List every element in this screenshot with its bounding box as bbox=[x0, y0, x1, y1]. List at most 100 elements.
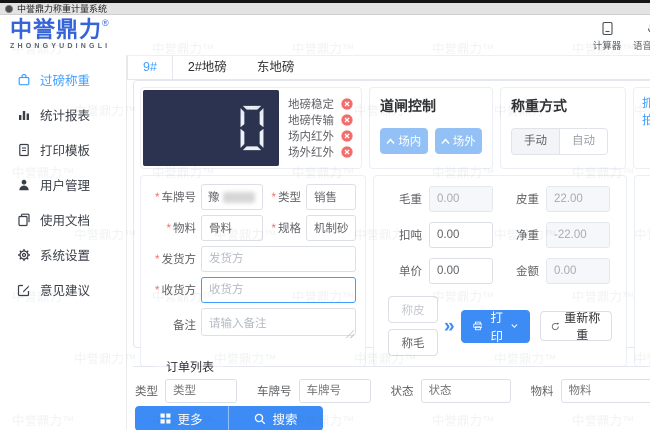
tab-9[interactable]: 9# bbox=[127, 56, 173, 79]
sidebar-item-print-template[interactable]: 打印模板 bbox=[0, 132, 126, 167]
type-field[interactable] bbox=[306, 184, 356, 210]
weigh-gross-button[interactable]: 称毛 bbox=[388, 329, 438, 356]
capture-card: 抓拍 bbox=[633, 87, 650, 169]
gate-inside-button[interactable]: 场内 bbox=[380, 128, 428, 154]
consignee-field[interactable] bbox=[201, 277, 356, 303]
sidebar-item-label: 过磅称重 bbox=[40, 74, 91, 88]
chevron-down-icon bbox=[511, 324, 518, 328]
status-infrared-out: 场外红外 bbox=[288, 144, 353, 160]
filter-status: 状态 bbox=[391, 379, 511, 403]
tab-dong-dibang[interactable]: 东地磅 bbox=[242, 56, 310, 79]
app-header: 中誉鼎力® ZHONGYUDINGLI 计算器 语音播报 bbox=[0, 15, 650, 55]
window-titlebar: 中誉鼎力称重计量系统 bbox=[0, 3, 650, 15]
sidebar-item-docs[interactable]: 使用文档 bbox=[0, 202, 126, 237]
gate-outside-button[interactable]: 场外 bbox=[434, 128, 482, 154]
actions-row: 称皮 称毛 » 打印 重新称重 bbox=[388, 296, 612, 356]
print-button[interactable]: 打印 bbox=[460, 309, 530, 344]
calculator-tool[interactable]: 计算器 bbox=[585, 21, 629, 52]
window-title: 中誉鼎力称重计量系统 bbox=[17, 4, 108, 14]
sidebar-item-weighing[interactable]: 过磅称重 bbox=[0, 62, 126, 97]
weigh-mode-title: 称重方式 bbox=[511, 98, 567, 114]
deduct-field[interactable] bbox=[429, 222, 493, 248]
gross-label: 毛重 bbox=[399, 194, 422, 206]
filter-plate-input[interactable] bbox=[298, 379, 371, 403]
spec-field[interactable] bbox=[306, 215, 356, 241]
sidebar-item-label: 意见建议 bbox=[40, 284, 91, 298]
spec-label: 规格 bbox=[267, 220, 301, 236]
error-icon bbox=[341, 98, 353, 110]
sidebar-item-settings[interactable]: 系统设置 bbox=[0, 237, 126, 272]
deduct-label: 扣吨 bbox=[399, 230, 422, 242]
amount-label: 金额 bbox=[516, 266, 539, 278]
mode-manual-option[interactable]: 手动 bbox=[512, 129, 560, 154]
search-button[interactable]: 搜索 bbox=[229, 406, 323, 430]
registered-mark-icon: ® bbox=[102, 18, 109, 28]
weighing-panel: 地磅稳定 地磅传输 场内红外 场外红外 道闸控制 场内 场外 称重方式 手动 自… bbox=[133, 80, 650, 367]
shipper-field[interactable] bbox=[201, 246, 356, 272]
capture-link[interactable]: 抓拍 bbox=[642, 96, 650, 127]
gate-buttons: 场内 场外 bbox=[380, 128, 482, 154]
printer-icon bbox=[472, 321, 483, 331]
filter-plate: 车牌号 bbox=[257, 379, 371, 403]
type-label: 类型 bbox=[267, 189, 301, 205]
weight-icon bbox=[18, 73, 30, 85]
status-infrared-in: 场内红外 bbox=[288, 128, 353, 144]
order-list-title: 订单列表 bbox=[166, 360, 215, 374]
sidebar-item-feedback[interactable]: 意见建议 bbox=[0, 272, 126, 307]
order-filters: 类型 车牌号 状态 物料 bbox=[135, 379, 650, 403]
mode-auto-option[interactable]: 自动 bbox=[560, 129, 607, 154]
amount-field bbox=[546, 258, 610, 284]
copy-docs-icon bbox=[18, 213, 30, 226]
document-icon bbox=[19, 143, 29, 156]
order-list-buttons: 更多 搜索 bbox=[135, 406, 323, 430]
error-icon bbox=[341, 130, 353, 142]
remark-field[interactable] bbox=[201, 308, 356, 336]
sidebar-item-label: 使用文档 bbox=[40, 214, 91, 228]
grid-icon bbox=[160, 413, 171, 424]
weights-card: 毛重 皮重 扣吨 净重 单价 金额 bbox=[373, 175, 627, 367]
gate-control-title: 道闸控制 bbox=[380, 98, 436, 114]
scale-tabs: 9# 2#地磅 东地磅 bbox=[127, 55, 650, 80]
scale-status-list: 地磅稳定 地磅传输 场内红外 场外红外 bbox=[279, 90, 359, 166]
voice-tool[interactable]: 语音播报 bbox=[630, 21, 650, 52]
calculator-label: 计算器 bbox=[592, 41, 622, 52]
order-list-divider: 订单列表 bbox=[133, 358, 650, 375]
filter-status-input[interactable] bbox=[420, 379, 511, 403]
filter-material: 物料 bbox=[531, 379, 650, 403]
error-icon bbox=[341, 146, 353, 158]
side-panel-card bbox=[634, 175, 650, 367]
reweigh-button[interactable]: 重新称重 bbox=[539, 311, 612, 342]
brand-logo: 中誉鼎力® ZHONGYUDINGLI bbox=[10, 17, 110, 51]
material-field[interactable] bbox=[201, 215, 263, 241]
user-icon bbox=[19, 179, 29, 190]
remark-label: 备注 bbox=[173, 319, 196, 332]
price-field[interactable] bbox=[429, 258, 493, 284]
error-icon bbox=[341, 114, 353, 126]
sidebar-item-reports[interactable]: 统计报表 bbox=[0, 97, 126, 132]
edit-icon bbox=[17, 284, 30, 296]
filter-material-input[interactable] bbox=[560, 379, 650, 403]
gear-icon bbox=[18, 248, 30, 261]
gate-control-card: 道闸控制 场内 场外 bbox=[369, 87, 493, 169]
gross-field bbox=[429, 186, 493, 212]
plate-redacted bbox=[222, 191, 255, 203]
app-icon bbox=[5, 4, 13, 13]
plate-field[interactable]: 豫 bbox=[201, 184, 263, 210]
sidebar-item-label: 统计报表 bbox=[40, 109, 91, 123]
tab-2-dibang[interactable]: 2#地磅 bbox=[173, 56, 242, 79]
sidebar-item-users[interactable]: 用户管理 bbox=[0, 167, 126, 202]
sidebar: 过磅称重 统计报表 打印模板 用户管理 使用文档 系统设置 意见建议 bbox=[0, 55, 127, 430]
more-button[interactable]: 更多 bbox=[135, 406, 229, 430]
weigh-mode-card: 称重方式 手动 自动 bbox=[500, 87, 626, 169]
logo-text: 中誉鼎力 bbox=[10, 17, 103, 42]
seven-segment-zero bbox=[240, 105, 264, 151]
weigh-tare-button[interactable]: 称皮 bbox=[388, 296, 438, 323]
consignee-label: 收货方 bbox=[150, 282, 197, 298]
calculator-icon bbox=[601, 21, 613, 36]
price-label: 单价 bbox=[399, 266, 422, 278]
voice-label: 语音播报 bbox=[632, 41, 650, 52]
filter-type-input[interactable] bbox=[165, 379, 237, 403]
chevron-up-icon bbox=[386, 137, 395, 144]
order-form-card: 车牌号 豫 类型 物料 规格 发货方 bbox=[140, 175, 366, 367]
double-chevron-icon: » bbox=[444, 315, 455, 337]
